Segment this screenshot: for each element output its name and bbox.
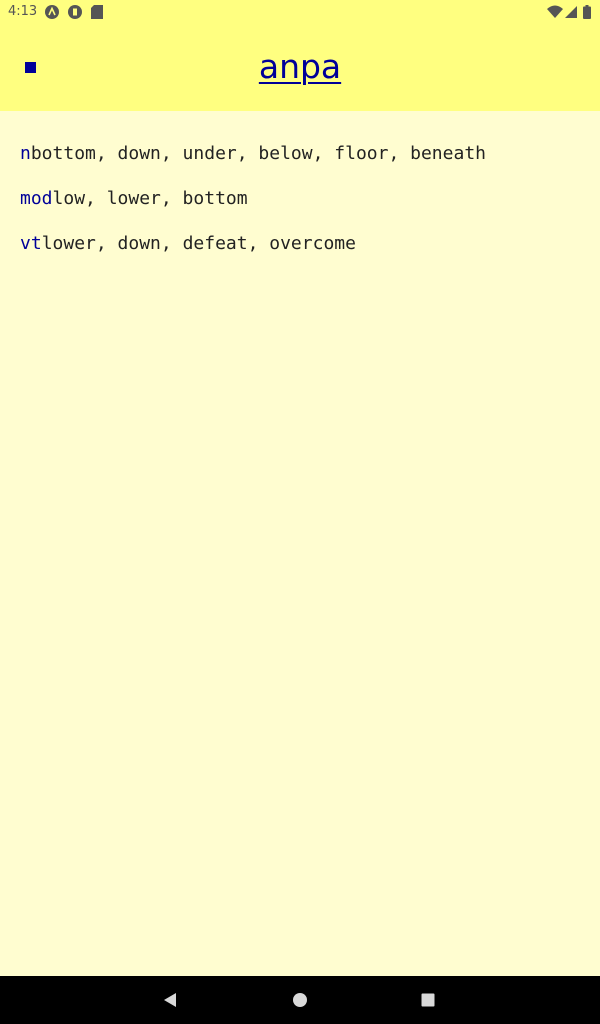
battery-icon — [583, 5, 597, 19]
navigation-bar — [0, 976, 600, 1024]
definition-entry: modlow, lower, bottom — [20, 186, 580, 231]
part-of-speech: n — [20, 143, 31, 164]
back-icon[interactable] — [160, 990, 180, 1010]
home-icon[interactable] — [290, 990, 310, 1010]
android-debug-icon — [45, 5, 59, 19]
definition-entry: vtlower, down, defeat, overcome — [20, 231, 580, 276]
part-of-speech: vt — [20, 233, 42, 254]
status-bar: 4:13 — [0, 0, 600, 24]
sd-card-icon — [91, 5, 105, 19]
app-notification-icon — [68, 5, 82, 19]
wifi-icon — [547, 5, 563, 19]
page-title[interactable]: anpa — [0, 44, 600, 90]
app-bar: anpa — [0, 24, 600, 111]
status-time: 4:13 — [8, 4, 38, 19]
part-of-speech: mod — [20, 188, 53, 209]
signal-icon — [565, 5, 579, 19]
recents-icon[interactable] — [418, 990, 438, 1010]
definition-list: nbottom, down, under, below, floor, bene… — [20, 141, 580, 276]
definition-entry: nbottom, down, under, below, floor, bene… — [20, 141, 580, 186]
gloss-text: bottom, down, under, below, floor, benea… — [30, 143, 486, 164]
gloss-text: lower, down, defeat, overcome — [41, 233, 356, 254]
gloss-text: low, lower, bottom — [52, 188, 248, 209]
